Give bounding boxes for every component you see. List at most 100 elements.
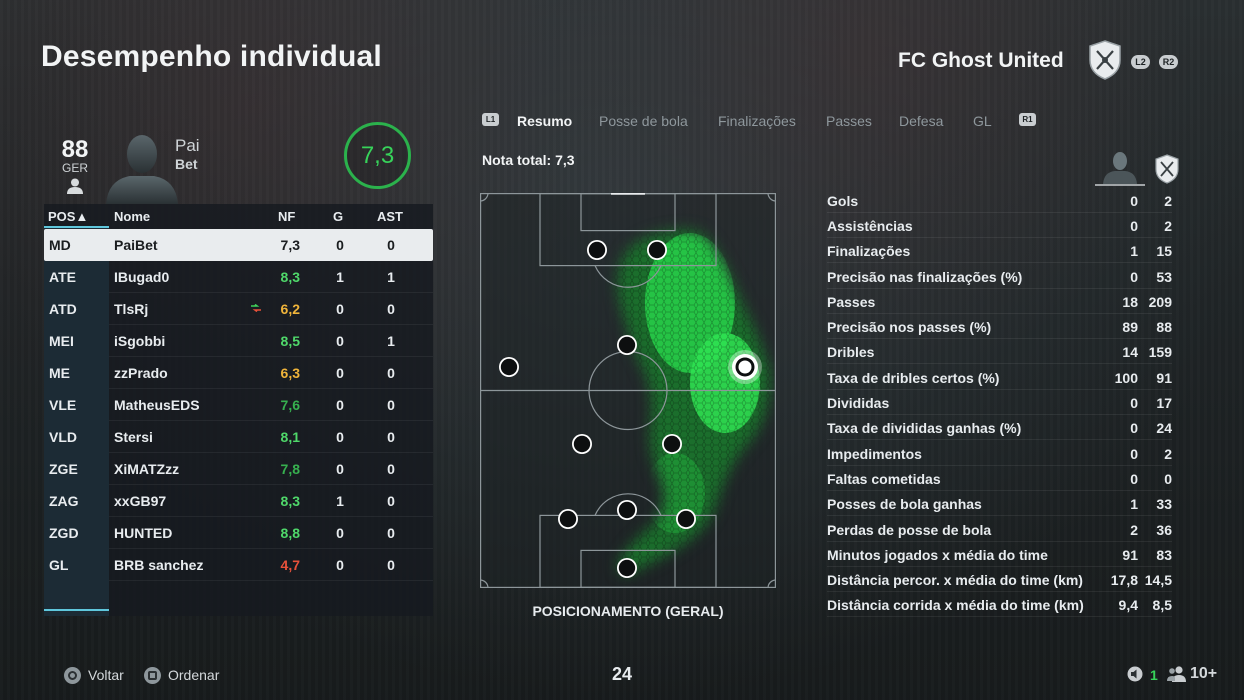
stat-player-value: 2 [1130, 522, 1138, 538]
stat-row: Precisão nas finalizações (%) 0 53 [827, 264, 1172, 289]
table-row[interactable]: ATD TlsRj 6,2 0 0 [44, 293, 433, 325]
table-row[interactable]: MD PaiBet 7,3 0 0 [44, 229, 433, 261]
row-name: BRB sanchez [114, 557, 204, 573]
row-rating: 6,2 [280, 301, 300, 317]
stat-player-value: 0 [1130, 420, 1138, 436]
stat-team-value: 91 [1156, 370, 1172, 386]
stat-label: Precisão nos passes (%) [827, 319, 992, 335]
stat-player-value: 0 [1130, 446, 1138, 462]
row-goals: 1 [336, 493, 344, 509]
row-rating: 8,3 [280, 493, 300, 509]
stat-label: Divididas [827, 395, 890, 411]
header-ast[interactable]: AST [377, 209, 403, 224]
row-pos: ZGD [49, 525, 79, 541]
stat-row: Posses de bola ganhas 1 33 [827, 491, 1172, 516]
stat-team-value: 8,5 [1152, 597, 1172, 613]
team-name: FC Ghost United [898, 49, 1064, 72]
back-label[interactable]: Voltar [88, 667, 124, 683]
stat-row: Dribles 14 159 [827, 339, 1172, 364]
stat-row: Faltas cometidas 0 0 [827, 466, 1172, 491]
stat-team-value: 83 [1156, 547, 1172, 563]
square-button-icon[interactable] [144, 667, 161, 684]
stat-label: Passes [827, 294, 876, 310]
team-crest-icon [1155, 154, 1179, 184]
stat-row: Distância percor. x média do time (km) 1… [827, 567, 1172, 592]
stat-label: Dribles [827, 344, 875, 360]
tab-passes[interactable]: Passes [826, 113, 872, 129]
stat-team-value: 209 [1148, 294, 1172, 310]
table-row[interactable]: GL BRB sanchez 4,7 0 0 [44, 549, 433, 581]
tab-resumo[interactable]: Resumo [517, 113, 572, 129]
table-row[interactable]: MEI iSgobbi 8,5 0 1 [44, 325, 433, 357]
row-pos: ME [49, 365, 70, 381]
l1-button[interactable]: L1 [482, 113, 499, 126]
row-name: iSgobbi [114, 333, 166, 349]
stat-label: Distância corrida x média do time (km) [827, 597, 1084, 613]
sort-indicator [44, 226, 109, 228]
row-name: XiMATZzz [114, 461, 180, 477]
page-title: Desempenho individual [41, 40, 382, 73]
row-goals: 0 [336, 461, 344, 477]
row-rating: 8,8 [280, 525, 300, 541]
l2-button[interactable]: L2 [1131, 55, 1150, 69]
row-rating: 7,8 [280, 461, 300, 477]
row-pos: VLD [49, 429, 77, 445]
table-row[interactable]: VLD Stersi 8,1 0 0 [44, 421, 433, 453]
stat-label: Finalizações [827, 243, 911, 259]
table-row[interactable]: ATE IBugad0 8,3 1 1 [44, 261, 433, 293]
stat-row: Taxa de dribles certos (%) 100 91 [827, 365, 1172, 390]
sort-label[interactable]: Ordenar [168, 667, 219, 683]
table-header: POS▲ Nome NF G AST [44, 204, 433, 228]
table-row[interactable]: ZGE XiMATZzz 7,8 0 0 [44, 453, 433, 485]
team-crest-icon [1089, 40, 1121, 80]
tab-defesa[interactable]: Defesa [899, 113, 943, 129]
row-pos: MD [49, 237, 71, 253]
row-assists: 0 [387, 461, 395, 477]
row-pos: ATE [49, 269, 76, 285]
row-assists: 0 [387, 301, 395, 317]
header-pos[interactable]: POS▲ [48, 209, 88, 224]
row-divider [109, 452, 433, 453]
header-name[interactable]: Nome [114, 209, 150, 224]
row-assists: 1 [387, 269, 395, 285]
stat-player-value: 18 [1122, 294, 1138, 310]
player-card: 88 GER Pai Bet 7,3 [44, 108, 433, 204]
tab-posse-de-bola[interactable]: Posse de bola [599, 113, 688, 129]
stat-label: Faltas cometidas [827, 471, 941, 487]
tab-finalizacoes[interactable]: Finalizações [718, 113, 796, 129]
stat-label: Assistências [827, 218, 913, 234]
header-g[interactable]: G [333, 209, 343, 224]
stat-label: Gols [827, 193, 859, 209]
row-name: MatheusEDS [114, 397, 200, 413]
stat-label: Taxa de divididas ganhas (%) [827, 420, 1022, 436]
player-overall: 88 [61, 136, 89, 163]
r2-button[interactable]: R2 [1159, 55, 1178, 69]
tab-gl[interactable]: GL [973, 113, 992, 129]
stat-row: Impedimentos 0 2 [827, 441, 1172, 466]
row-divider [109, 292, 433, 293]
player-silhouette-icon [1095, 152, 1145, 186]
row-name: PaiBet [114, 237, 158, 253]
r1-button[interactable]: R1 [1019, 113, 1036, 126]
circle-button-icon[interactable] [64, 667, 81, 684]
row-assists: 0 [387, 525, 395, 541]
row-goals: 0 [336, 397, 344, 413]
table-row[interactable]: ME zzPrado 6,3 0 0 [44, 357, 433, 389]
row-goals: 1 [336, 269, 344, 285]
stat-player-value: 0 [1130, 193, 1138, 209]
header-nf[interactable]: NF [278, 209, 295, 224]
row-pos: GL [49, 557, 69, 573]
pitch-caption: POSICIONAMENTO (GERAL) [532, 603, 724, 619]
stat-team-value: 0 [1164, 471, 1172, 487]
row-pos: MEI [49, 333, 74, 349]
table-row[interactable]: ZGD HUNTED 8,8 0 0 [44, 517, 433, 549]
person-icon [67, 178, 83, 194]
row-goals: 0 [336, 525, 344, 541]
table-row[interactable]: ZAG xxGB97 8,3 1 0 [44, 485, 433, 517]
player-silhouette-icon [106, 135, 178, 204]
row-pos: ZAG [49, 493, 79, 509]
stat-player-value: 0 [1130, 269, 1138, 285]
stat-team-value: 15 [1156, 243, 1172, 259]
total-rating: Nota total: 7,3 [482, 152, 575, 168]
table-row[interactable]: VLE MatheusEDS 7,6 0 0 [44, 389, 433, 421]
